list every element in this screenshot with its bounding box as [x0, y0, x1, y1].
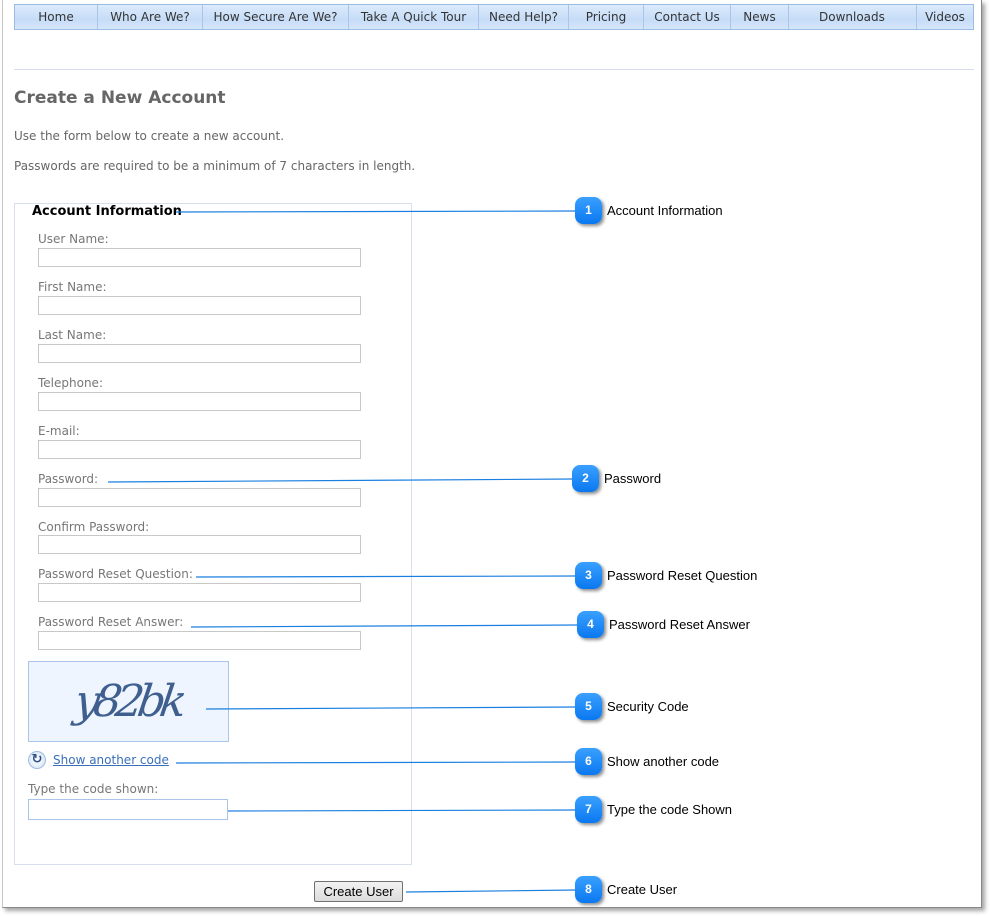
callout-badge-1: 1: [575, 197, 602, 224]
callout-badge-6: 6: [575, 748, 602, 775]
main-nav: Home Who Are We? How Secure Are We? Take…: [14, 4, 974, 30]
telephone-input[interactable]: [38, 392, 361, 411]
callout-badge-5: 5: [575, 693, 602, 720]
email-input[interactable]: [38, 440, 361, 459]
page-title: Create a New Account: [14, 88, 226, 108]
nav-home[interactable]: Home: [15, 5, 98, 29]
code-label: Type the code shown:: [28, 782, 159, 796]
callout-text-5: Security Code: [607, 699, 689, 714]
callout-text-1: Account Information: [607, 203, 723, 218]
callout-text-2: Password: [604, 471, 662, 486]
nav-quick-tour[interactable]: Take A Quick Tour: [349, 5, 479, 29]
last-name-input[interactable]: [38, 344, 361, 363]
refresh-icon[interactable]: ↻: [28, 751, 46, 769]
callout-text-7: Type the code Shown: [607, 802, 733, 817]
reset-question-label: Password Reset Question:: [38, 567, 193, 581]
last-name-label: Last Name:: [38, 328, 107, 342]
nav-need-help[interactable]: Need Help?: [479, 5, 569, 29]
divider: [14, 69, 974, 70]
callout-badge-3: 3: [575, 562, 602, 589]
nav-contact-us[interactable]: Contact Us: [644, 5, 731, 29]
first-name-input[interactable]: [38, 296, 361, 315]
nav-how-secure[interactable]: How Secure Are We?: [203, 5, 349, 29]
telephone-label: Telephone:: [38, 376, 103, 390]
password-input[interactable]: [38, 488, 361, 507]
user-name-label: User Name:: [38, 232, 109, 246]
confirm-password-input[interactable]: [38, 535, 361, 554]
confirm-password-label: Confirm Password:: [38, 520, 150, 534]
callout-badge-8: 8: [575, 876, 602, 903]
fieldset-legend: Account Information: [28, 204, 186, 219]
callout-badge-2: 2: [572, 465, 599, 492]
create-user-button[interactable]: Create User: [314, 881, 403, 902]
reset-answer-input[interactable]: [38, 631, 361, 650]
reset-question-input[interactable]: [38, 583, 361, 602]
captcha-text: y82bk: [71, 676, 185, 727]
callout-text-3: Password Reset Question: [607, 568, 758, 583]
password-requirement-text: Passwords are required to be a minimum o…: [14, 159, 416, 173]
callout-text-6: Show another code: [607, 754, 720, 769]
nav-who-are-we[interactable]: Who Are We?: [98, 5, 203, 29]
captcha-image: y82bk: [28, 661, 229, 742]
email-label: E-mail:: [38, 424, 80, 438]
user-name-input[interactable]: [38, 248, 361, 267]
first-name-label: First Name:: [38, 280, 107, 294]
nav-pricing[interactable]: Pricing: [569, 5, 644, 29]
intro-text: Use the form below to create a new accou…: [14, 129, 285, 143]
callout-text-8: Create User: [607, 882, 678, 897]
nav-news[interactable]: News: [731, 5, 789, 29]
callout-text-4: Password Reset Answer: [609, 617, 750, 632]
callout-badge-7: 7: [575, 796, 602, 823]
captcha-code-input[interactable]: [28, 799, 228, 820]
callout-badge-4: 4: [577, 611, 604, 638]
reset-answer-label: Password Reset Answer:: [38, 615, 184, 629]
password-label: Password:: [38, 472, 99, 486]
nav-videos[interactable]: Videos: [917, 5, 973, 29]
nav-downloads[interactable]: Downloads: [789, 5, 917, 29]
show-another-code-link[interactable]: Show another code: [53, 753, 169, 767]
